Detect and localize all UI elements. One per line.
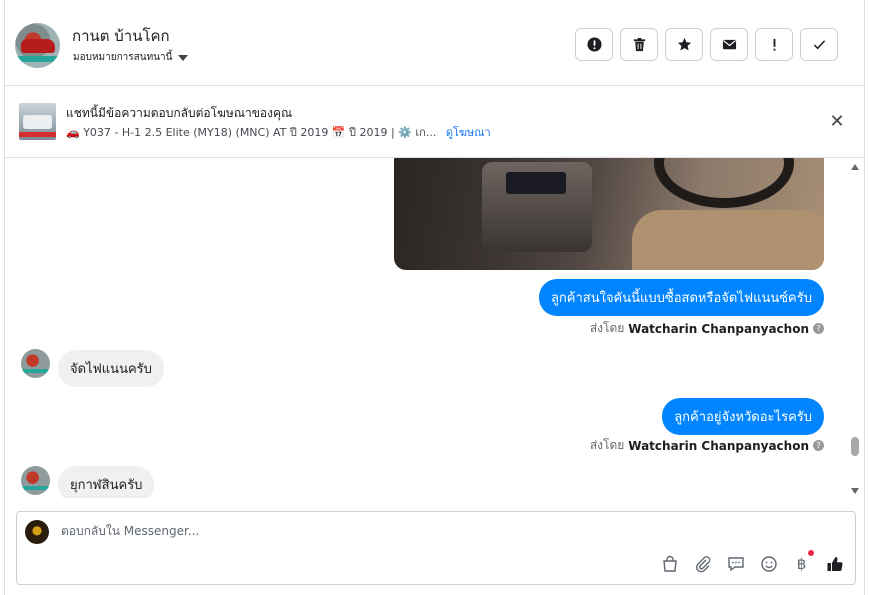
sent-by-prefix: ส่งโดย — [589, 438, 625, 452]
header-actions — [575, 28, 838, 61]
help-icon[interactable]: ? — [813, 440, 824, 451]
alert-button[interactable] — [575, 28, 613, 61]
smiley-icon — [760, 555, 777, 572]
sender-name: Watcharin Chanpanyachon — [628, 438, 809, 453]
follow-up-button[interactable] — [755, 28, 793, 61]
contact-avatar-small[interactable] — [21, 349, 50, 378]
baht-icon: ฿ — [796, 554, 807, 573]
shopping-bag-icon — [662, 555, 677, 572]
ad-banner-subtitle: 🚗 Y037 - H-1 2.5 Elite (MY18) (MNC) AT ป… — [66, 123, 491, 141]
trash-icon — [633, 37, 645, 52]
ad-banner-title: แชทนี้มีข้อความตอบกลับต่อโฆษณาของคุณ — [66, 106, 293, 120]
paperclip-icon — [695, 555, 710, 572]
help-icon[interactable]: ? — [813, 323, 824, 334]
sent-by-prefix: ส่งโดย — [589, 321, 625, 335]
exclamation-circle-icon — [586, 37, 602, 52]
sent-by-label: ส่งโดย Watcharin Chanpanyachon ? — [590, 319, 824, 338]
scroll-down-icon[interactable] — [851, 488, 859, 494]
ad-reply-banner: แชทนี้มีข้อความตอบกลับต่อโฆษณาของคุณ 🚗 Y… — [5, 86, 864, 158]
star-button[interactable] — [665, 28, 703, 61]
notification-dot — [808, 550, 814, 556]
emoji-button[interactable] — [758, 553, 779, 574]
thread-scrollbar[interactable] — [850, 160, 860, 498]
outgoing-message[interactable]: ลูกค้าอยู่จังหวัดอะไรครับ — [662, 398, 824, 435]
mark-done-button[interactable] — [800, 28, 838, 61]
car-interior-photo[interactable] — [394, 158, 824, 270]
checkmark-icon — [813, 40, 825, 50]
sender-name: Watcharin Chanpanyachon — [628, 321, 809, 336]
mark-unread-button[interactable] — [710, 28, 748, 61]
close-icon[interactable]: ✕ — [828, 113, 846, 131]
delete-button[interactable] — [620, 28, 658, 61]
page-avatar — [25, 520, 49, 544]
scroll-up-icon[interactable] — [851, 164, 859, 170]
view-ad-link[interactable]: ดูโฆษณา — [446, 126, 491, 139]
contact-avatar-small[interactable] — [21, 466, 50, 495]
star-icon — [677, 37, 691, 51]
saved-replies-button[interactable] — [725, 553, 746, 574]
assign-label: มอบหมายการสนทนานี้ — [73, 52, 173, 63]
reply-composer: ฿ — [16, 511, 856, 585]
caret-down-icon — [178, 54, 189, 61]
like-button[interactable] — [824, 553, 845, 574]
ad-thumbnail[interactable] — [19, 103, 56, 140]
chat-bubble-icon — [727, 556, 744, 571]
outgoing-message[interactable]: ลูกค้าสนใจคันนี้แบบซื้อสดหรือจัดไฟแนนซ์ค… — [538, 279, 824, 316]
conversation-panel: กานต บ้านโคก มอบหมายการสนทนานี้ แชทนี้มี… — [4, 0, 865, 595]
reply-input[interactable] — [61, 524, 561, 538]
assign-conversation-dropdown[interactable]: มอบหมายการสนทนานี้ — [73, 50, 189, 65]
thumbs-up-icon — [827, 556, 843, 571]
conversation-header: กานต บ้านโคก มอบหมายการสนทนานี้ — [5, 0, 864, 86]
payment-button[interactable]: ฿ — [791, 550, 814, 574]
exclamation-icon — [773, 38, 775, 51]
attach-button[interactable] — [692, 553, 713, 574]
contact-avatar[interactable] — [15, 23, 60, 68]
contact-name[interactable]: กานต บ้านโคก — [72, 24, 170, 48]
incoming-message[interactable]: ยุกาฬสินครับ — [58, 466, 155, 498]
scroll-thumb[interactable] — [851, 437, 859, 456]
shopping-bag-button[interactable] — [659, 553, 680, 574]
composer-toolbar: ฿ — [659, 550, 845, 574]
message-thread: ลูกค้าสนใจคันนี้แบบซื้อสดหรือจัดไฟแนนซ์ค… — [5, 158, 864, 498]
incoming-message[interactable]: จัดไฟแนนครับ — [58, 350, 164, 387]
ad-description: 🚗 Y037 - H-1 2.5 Elite (MY18) (MNC) AT ป… — [66, 126, 437, 139]
envelope-icon — [722, 39, 736, 50]
sent-by-label: ส่งโดย Watcharin Chanpanyachon ? — [590, 436, 824, 455]
